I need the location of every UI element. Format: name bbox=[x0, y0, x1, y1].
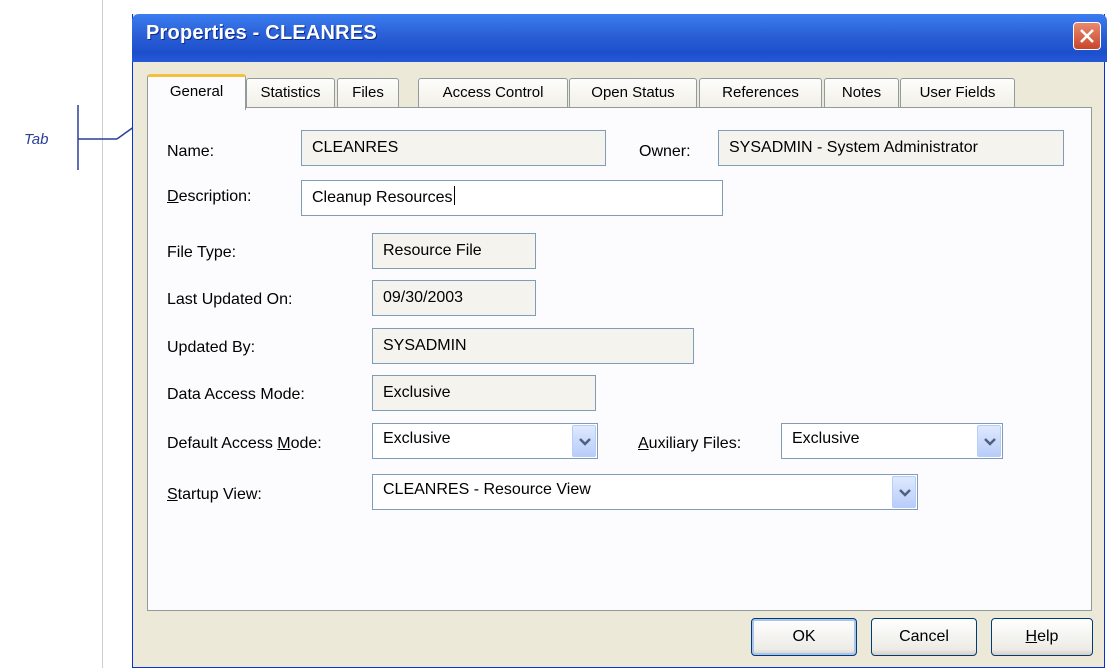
tab-references[interactable]: References bbox=[699, 78, 822, 108]
owner-label: Owner: bbox=[639, 143, 691, 160]
tab-open-status[interactable]: Open Status bbox=[569, 78, 697, 108]
properties-dialog: Properties - CLEANRES General Statistics… bbox=[132, 14, 1107, 668]
data-access-mode-field: Exclusive bbox=[372, 375, 596, 411]
updated-by-label: Updated By: bbox=[167, 339, 256, 356]
dropdown-arrow-button[interactable] bbox=[892, 476, 916, 508]
close-icon bbox=[1080, 29, 1094, 43]
name-field[interactable]: CLEANRES bbox=[301, 130, 606, 166]
tab-files[interactable]: Files bbox=[337, 78, 399, 108]
auxiliary-files-select[interactable]: Exclusive bbox=[781, 423, 1003, 459]
name-label: Name: bbox=[167, 143, 215, 160]
chevron-down-icon bbox=[899, 489, 911, 497]
default-access-mode-label: Default Access Mode: bbox=[167, 435, 322, 452]
dialog-title: Properties - CLEANRES bbox=[146, 22, 377, 44]
startup-view-label: Startup View: bbox=[167, 486, 262, 503]
updated-by-field: SYSADMIN bbox=[372, 328, 694, 364]
dropdown-arrow-button[interactable] bbox=[977, 425, 1001, 457]
tab-statistics[interactable]: Statistics bbox=[246, 78, 335, 108]
chevron-down-icon bbox=[579, 438, 591, 446]
auxiliary-files-label: Auxiliary Files: bbox=[638, 435, 742, 452]
cancel-button[interactable]: Cancel bbox=[871, 618, 977, 656]
dropdown-arrow-button[interactable] bbox=[572, 425, 596, 457]
help-button[interactable]: Help bbox=[991, 618, 1093, 656]
tab-access-control[interactable]: Access Control bbox=[418, 78, 568, 108]
description-input[interactable]: Cleanup Resources bbox=[301, 180, 723, 216]
startup-view-select[interactable]: CLEANRES - Resource View bbox=[372, 474, 918, 510]
description-label: Description: bbox=[167, 188, 252, 205]
page-margin-rule bbox=[102, 0, 103, 668]
data-access-mode-label: Data Access Mode: bbox=[167, 386, 305, 403]
close-button[interactable] bbox=[1073, 22, 1101, 50]
default-access-mode-select[interactable]: Exclusive bbox=[372, 423, 598, 459]
callout-label: Tab bbox=[24, 131, 49, 148]
title-bar[interactable]: Properties - CLEANRES bbox=[132, 14, 1107, 62]
text-caret bbox=[453, 186, 455, 205]
last-updated-label: Last Updated On: bbox=[167, 291, 293, 308]
tab-general[interactable]: General bbox=[147, 74, 246, 110]
file-type-field: Resource File bbox=[372, 233, 536, 269]
chevron-down-icon bbox=[984, 438, 996, 446]
owner-field[interactable]: SYSADMIN - System Administrator bbox=[718, 130, 1064, 166]
file-type-label: File Type: bbox=[167, 244, 237, 261]
tab-notes[interactable]: Notes bbox=[824, 78, 899, 108]
ok-button[interactable]: OK bbox=[751, 618, 857, 656]
last-updated-field: 09/30/2003 bbox=[372, 280, 536, 316]
tab-user-fields[interactable]: User Fields bbox=[900, 78, 1015, 108]
